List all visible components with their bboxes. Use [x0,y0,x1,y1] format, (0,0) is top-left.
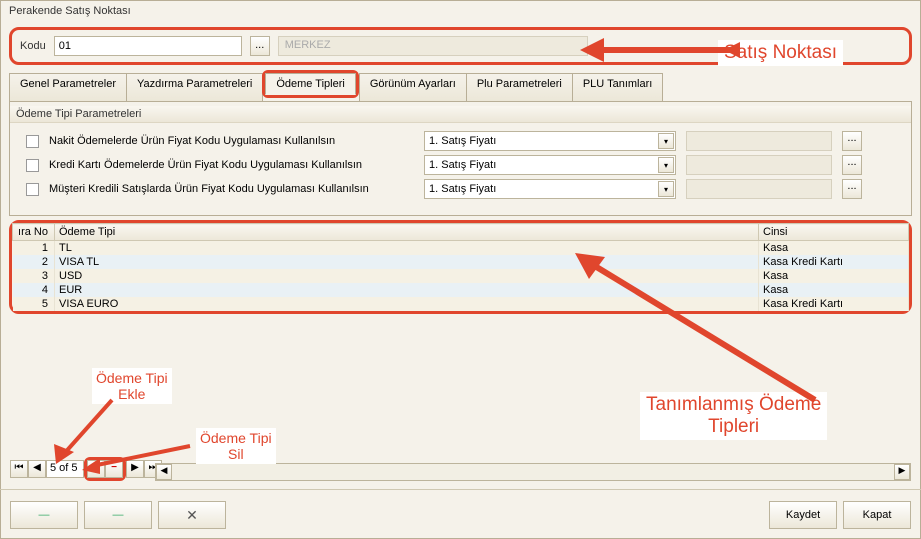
table-row[interactable]: 4EURKasa [13,283,909,297]
check-musteri-label: Müşteri Kredili Satışlarda Ürün Fiyat Ko… [49,183,414,195]
tab-plu-param[interactable]: Plu Parametreleri [466,73,573,101]
check-nakit-label: Nakit Ödemelerde Ürün Fiyat Kodu Uygulam… [49,135,414,147]
nav-prev-button[interactable]: ◀ [28,460,46,478]
extra-kredi-button[interactable]: ... [842,155,862,175]
tab-active-highlight: Ödeme Tipleri [262,70,358,98]
extra-kredi [686,155,832,175]
table-row[interactable]: 3USDKasa [13,269,909,283]
record-navigator: ⏮ ◀ 5 of 5 + − ▶ ⏭ [10,457,162,481]
window-title: Perakende Satış Noktası [1,1,920,21]
tab-genel[interactable]: Genel Parametreler [9,73,127,101]
extra-nakit [686,131,832,151]
check-kredi[interactable] [26,159,39,172]
grid-table: ıra No Ödeme Tipi Cinsi 1TLKasa 2VISA TL… [12,223,909,311]
code-label: Kodu [20,40,46,52]
nav-delete-button[interactable]: − [105,460,123,478]
chevron-down-icon[interactable]: ▾ [658,133,674,149]
tab-yazdirma[interactable]: Yazdırma Parametreleri [126,73,263,101]
combo-kredi[interactable]: 1. Satış Fiyatı▾ [424,155,676,175]
table-row[interactable]: 1TLKasa [13,241,909,256]
table-row[interactable]: 5VISA EUROKasa Kredi Kartı [13,297,909,311]
tab-strip: Genel Parametreler Yazdırma Parametreler… [9,73,912,102]
chevron-down-icon[interactable]: ▾ [658,181,674,197]
annotation-tanimlanmis: Tanımlanmış Ödeme Tipleri [640,392,827,440]
save-button[interactable]: Kaydet [769,501,837,529]
nav-first-button[interactable]: ⏮ [10,460,28,478]
code-input[interactable] [54,36,242,56]
extra-musteri-button[interactable]: ... [842,179,862,199]
combo-musteri[interactable]: 1. Satış Fiyatı▾ [424,179,676,199]
nav-add-del-highlight: + − [84,457,126,481]
table-row[interactable]: 2VISA TLKasa Kredi Kartı [13,255,909,269]
group-title: Ödeme Tipi Parametreleri [10,106,911,123]
annotation-ekle: Ödeme Tipi Ekle [92,368,172,404]
payment-types-grid: ıra No Ödeme Tipi Cinsi 1TLKasa 2VISA TL… [9,220,912,314]
nav-counter: 5 of 5 [46,460,84,478]
chevron-down-icon[interactable]: ▾ [658,157,674,173]
tab-odeme-tipleri[interactable]: Ödeme Tipleri [265,73,355,95]
check-kredi-label: Kredi Kartı Ödemelerde Ürün Fiyat Kodu U… [49,159,414,171]
col-cinsi[interactable]: Cinsi [759,224,909,241]
footer-btn-1[interactable]: — [10,501,78,529]
annotation-satis-noktasi: Satış Noktası [718,40,843,66]
scroll-right-button[interactable]: ▶ [894,464,910,480]
horizontal-scrollbar[interactable]: ◀ ▶ [155,463,911,481]
extra-musteri [686,179,832,199]
tab-plu-tanim[interactable]: PLU Tanımları [572,73,664,101]
check-nakit[interactable] [26,135,39,148]
annotation-sil: Ödeme Tipi Sil [196,428,276,464]
extra-nakit-button[interactable]: ... [842,131,862,151]
footer-bar: — — ✕ Kaydet Kapat [0,489,921,539]
nav-add-button[interactable]: + [87,460,105,478]
col-odeme-tipi[interactable]: Ödeme Tipi [55,224,759,241]
code-lookup-button[interactable]: ... [250,36,270,56]
footer-btn-cancel[interactable]: ✕ [158,501,226,529]
col-sira-no[interactable]: ıra No [13,224,55,241]
tab-content: Ödeme Tipi Parametreleri Nakit Ödemelerd… [9,102,912,216]
footer-btn-2[interactable]: — [84,501,152,529]
scroll-left-button[interactable]: ◀ [156,464,172,480]
nav-next-button[interactable]: ▶ [126,460,144,478]
branch-display: MERKEZ [278,36,588,56]
combo-nakit[interactable]: 1. Satış Fiyatı▾ [424,131,676,151]
close-button[interactable]: Kapat [843,501,911,529]
tab-gorunum[interactable]: Görünüm Ayarları [359,73,467,101]
check-musteri[interactable] [26,183,39,196]
